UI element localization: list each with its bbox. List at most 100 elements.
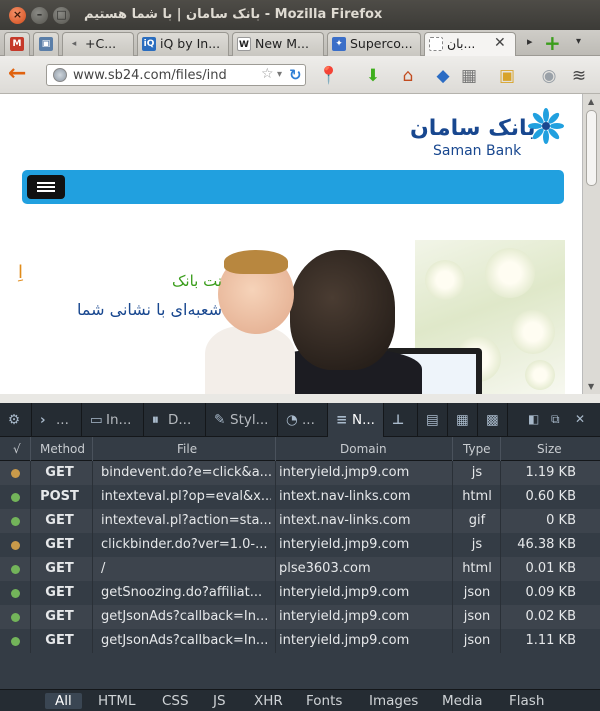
scroll-tabs-right-icon[interactable]: ▸ xyxy=(527,35,533,48)
type-column-header[interactable]: Type xyxy=(463,442,491,456)
method-column-header[interactable]: Method xyxy=(40,442,85,456)
filter-fonts-button[interactable]: Fonts xyxy=(306,693,342,709)
request-domain: interyield.jmp9.com xyxy=(279,537,410,552)
list-all-tabs-icon[interactable]: ▾ xyxy=(576,36,581,47)
devtools-tab-profiler[interactable]: ◔... xyxy=(278,403,328,437)
request-domain: intext.nav-links.com xyxy=(279,489,411,504)
bookmark-icon[interactable]: ◆ xyxy=(432,65,454,87)
devtools-tab-responsive[interactable]: ▤ xyxy=(418,403,448,437)
devtools-tab-inspector[interactable]: ▭ In... xyxy=(82,403,144,437)
layers-icon[interactable]: ≋ xyxy=(568,65,590,87)
request-size: 0 KB xyxy=(546,513,576,528)
url-bar[interactable]: www.sb24.com/files/ind ☆ ▾ ↻ xyxy=(46,64,306,86)
close-tab-icon[interactable]: ✕ xyxy=(494,35,506,51)
console-icon: › xyxy=(40,412,46,428)
tab-photo[interactable]: ▣ xyxy=(33,32,59,56)
debugger-icon: ⏸ xyxy=(152,412,159,428)
filter-xhr-button[interactable]: XHR xyxy=(254,693,283,709)
devtools-tab-label: Styl... xyxy=(230,412,269,428)
new-tab-button[interactable]: + xyxy=(544,31,561,55)
dock-side-icon[interactable]: ◧ xyxy=(528,412,539,426)
wikipedia-icon: W xyxy=(237,37,251,51)
tab-label: +C... xyxy=(85,36,117,51)
url-text[interactable]: www.sb24.com/files/ind xyxy=(73,68,233,83)
network-request-row[interactable]: GET getJsonAds?callback=In... interyield.j… xyxy=(0,605,600,629)
network-request-row[interactable]: POST intexteval.pl?op=eval&x... intext.nav… xyxy=(0,485,600,509)
reload-icon[interactable]: ↻ xyxy=(289,66,302,84)
filter-css-button[interactable]: CSS xyxy=(162,693,189,709)
request-method: POST xyxy=(40,489,79,504)
close-devtools-icon[interactable]: ✕ xyxy=(575,412,585,426)
status-indicator-icon xyxy=(11,589,20,598)
filter-images-button[interactable]: Images xyxy=(369,693,418,709)
iq-icon: iQ xyxy=(142,37,156,51)
tab-gplus[interactable]: ◂ +C... xyxy=(62,32,134,56)
man-head-image xyxy=(290,250,395,370)
tab-label: بان... xyxy=(447,36,476,51)
devtools-tab-debugger[interactable]: ⏸ D... xyxy=(144,403,206,437)
filter-js-button[interactable]: JS xyxy=(213,693,226,709)
devtools-tab-style-editor[interactable]: ✎ Styl... xyxy=(206,403,278,437)
window-close-button[interactable]: × xyxy=(9,7,26,24)
request-type: html xyxy=(462,561,492,576)
size-column-header[interactable]: Size xyxy=(537,442,562,456)
network-request-row[interactable]: GET clickbinder.do?ver=1.0-... interyield.… xyxy=(0,533,600,557)
devtools-tab-label: N... xyxy=(352,412,375,428)
request-type: html xyxy=(462,489,492,504)
devtools-tab-measure[interactable]: ⊥ xyxy=(384,403,418,437)
undock-window-icon[interactable]: ⧉ xyxy=(551,412,560,427)
bookmark-star-icon[interactable]: ☆ xyxy=(261,66,274,82)
network-request-row[interactable]: GET getJsonAds?callback=In... interyield.j… xyxy=(0,629,600,653)
addon-icon[interactable]: ◉ xyxy=(538,65,560,87)
network-request-row[interactable]: GET intexteval.pl?action=sta... intext.nav… xyxy=(0,509,600,533)
devtools-tab-screenshot[interactable]: ▦ xyxy=(448,403,478,437)
home-icon[interactable]: ⌂ xyxy=(397,65,419,87)
request-size: 46.38 KB xyxy=(517,537,576,552)
download-icon[interactable]: ⬇ xyxy=(362,65,384,87)
filter-media-button[interactable]: Media xyxy=(442,693,483,709)
filter-html-button[interactable]: HTML xyxy=(98,693,136,709)
page-scrollbar[interactable]: ▲ ▼ xyxy=(582,94,600,394)
notes-icon[interactable]: ▣ xyxy=(496,65,518,87)
url-history-dropdown-icon[interactable]: ▾ xyxy=(277,69,282,80)
tab-iq[interactable]: iQ iQ by In... xyxy=(137,32,229,56)
window-minimize-button[interactable]: – xyxy=(31,7,48,24)
tab-wikipedia[interactable]: W New M... xyxy=(232,32,324,56)
window-maximize-button[interactable]: □ xyxy=(53,7,70,24)
hamburger-menu-button[interactable] xyxy=(27,175,65,199)
scrollbar-thumb[interactable] xyxy=(586,110,597,186)
filter-flash-button[interactable]: Flash xyxy=(509,693,544,709)
inspector-icon: ▭ xyxy=(90,412,103,428)
measure-icon: ⊥ xyxy=(392,412,405,428)
status-column-header[interactable]: √ xyxy=(13,442,21,456)
network-request-row[interactable]: GET getSnoozing.do?affiliat... interyield.… xyxy=(0,581,600,605)
tab-gmail[interactable]: M xyxy=(4,32,30,56)
request-method: GET xyxy=(45,513,74,528)
bookmarks-grid-icon[interactable]: ▦ xyxy=(458,65,480,87)
devtools-tab-label: D... xyxy=(168,412,192,428)
request-file: / xyxy=(101,561,106,576)
devtools-tab-network[interactable]: ≡ N... xyxy=(328,403,384,437)
scroll-down-icon[interactable]: ▼ xyxy=(588,382,594,391)
gmail-icon: M xyxy=(10,37,24,51)
scroll-up-icon[interactable]: ▲ xyxy=(588,97,594,106)
devtools-tab-label: ... xyxy=(302,412,315,428)
network-empty-area xyxy=(0,655,600,689)
logo-text-english: Saman Bank xyxy=(433,143,522,159)
request-domain: interyield.jmp9.com xyxy=(279,465,410,480)
web-page: بانک سامان Saman Bank نت بانک شعبه‌ا xyxy=(0,94,582,394)
network-request-row[interactable]: GET / plse3603.com html 0.01 KB xyxy=(0,557,600,581)
network-request-row[interactable]: GET bindevent.do?e=click&a... interyield.j… xyxy=(0,461,600,485)
pin-tool-icon[interactable]: 📍 xyxy=(318,65,340,87)
globe-icon xyxy=(53,68,67,82)
tab-supercomputer[interactable]: ✦ Superco... xyxy=(327,32,421,56)
devtools-tab-scratchpad[interactable]: ▩ xyxy=(478,403,508,437)
filter-all-button[interactable]: All xyxy=(45,693,82,709)
tab-label: iQ by In... xyxy=(160,36,221,51)
request-file: getJsonAds?callback=In... xyxy=(101,633,269,648)
file-column-header[interactable]: File xyxy=(177,442,197,456)
devtools-tab-console[interactable]: ›... xyxy=(32,403,82,437)
devtools-tab-settings[interactable]: ⚙ xyxy=(0,403,32,437)
domain-column-header[interactable]: Domain xyxy=(340,442,387,456)
back-button[interactable]: ← xyxy=(8,63,32,87)
